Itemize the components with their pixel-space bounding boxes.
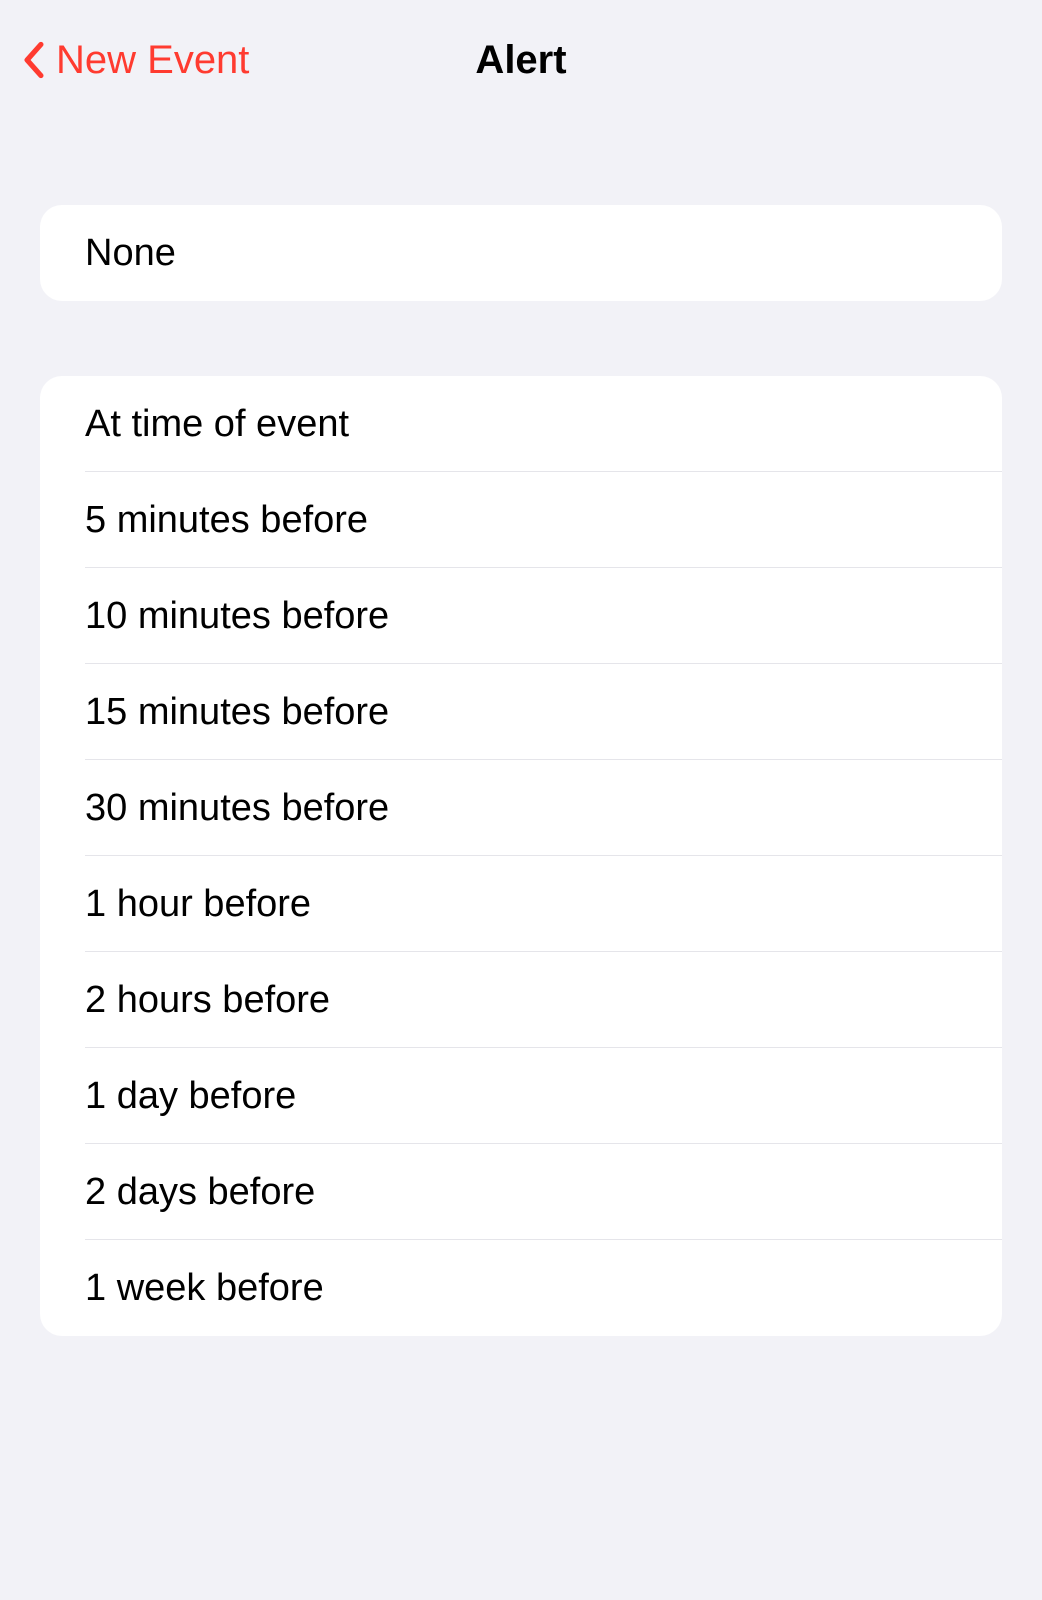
option-30-minutes-before[interactable]: 30 minutes before [40, 760, 1002, 856]
option-1-hour-before[interactable]: 1 hour before [40, 856, 1002, 952]
option-label: At time of event [85, 403, 349, 446]
option-1-day-before[interactable]: 1 day before [40, 1048, 1002, 1144]
navbar: New Event Alert [0, 0, 1042, 120]
option-label: 2 hours before [85, 979, 330, 1022]
option-2-hours-before[interactable]: 2 hours before [40, 952, 1002, 1048]
chevron-left-icon [20, 38, 48, 82]
option-label: 10 minutes before [85, 595, 389, 638]
option-at-time-of-event[interactable]: At time of event [40, 376, 1002, 472]
option-label: 2 days before [85, 1171, 315, 1214]
option-label: 1 day before [85, 1075, 296, 1118]
option-group-times: At time of event 5 minutes before 10 min… [40, 376, 1002, 1336]
option-label: 1 hour before [85, 883, 311, 926]
option-2-days-before[interactable]: 2 days before [40, 1144, 1002, 1240]
option-10-minutes-before[interactable]: 10 minutes before [40, 568, 1002, 664]
option-label: 15 minutes before [85, 691, 389, 734]
page-title: Alert [475, 38, 566, 83]
option-5-minutes-before[interactable]: 5 minutes before [40, 472, 1002, 568]
option-label: 1 week before [85, 1267, 324, 1310]
option-label: None [85, 232, 176, 275]
back-button-label: New Event [56, 38, 249, 83]
option-group-none: None [40, 205, 1002, 301]
back-button[interactable]: New Event [20, 38, 249, 83]
option-label: 5 minutes before [85, 499, 368, 542]
option-none[interactable]: None [40, 205, 1002, 301]
option-label: 30 minutes before [85, 787, 389, 830]
option-1-week-before[interactable]: 1 week before [40, 1240, 1002, 1336]
content: None At time of event 5 minutes before 1… [0, 120, 1042, 1336]
option-15-minutes-before[interactable]: 15 minutes before [40, 664, 1002, 760]
